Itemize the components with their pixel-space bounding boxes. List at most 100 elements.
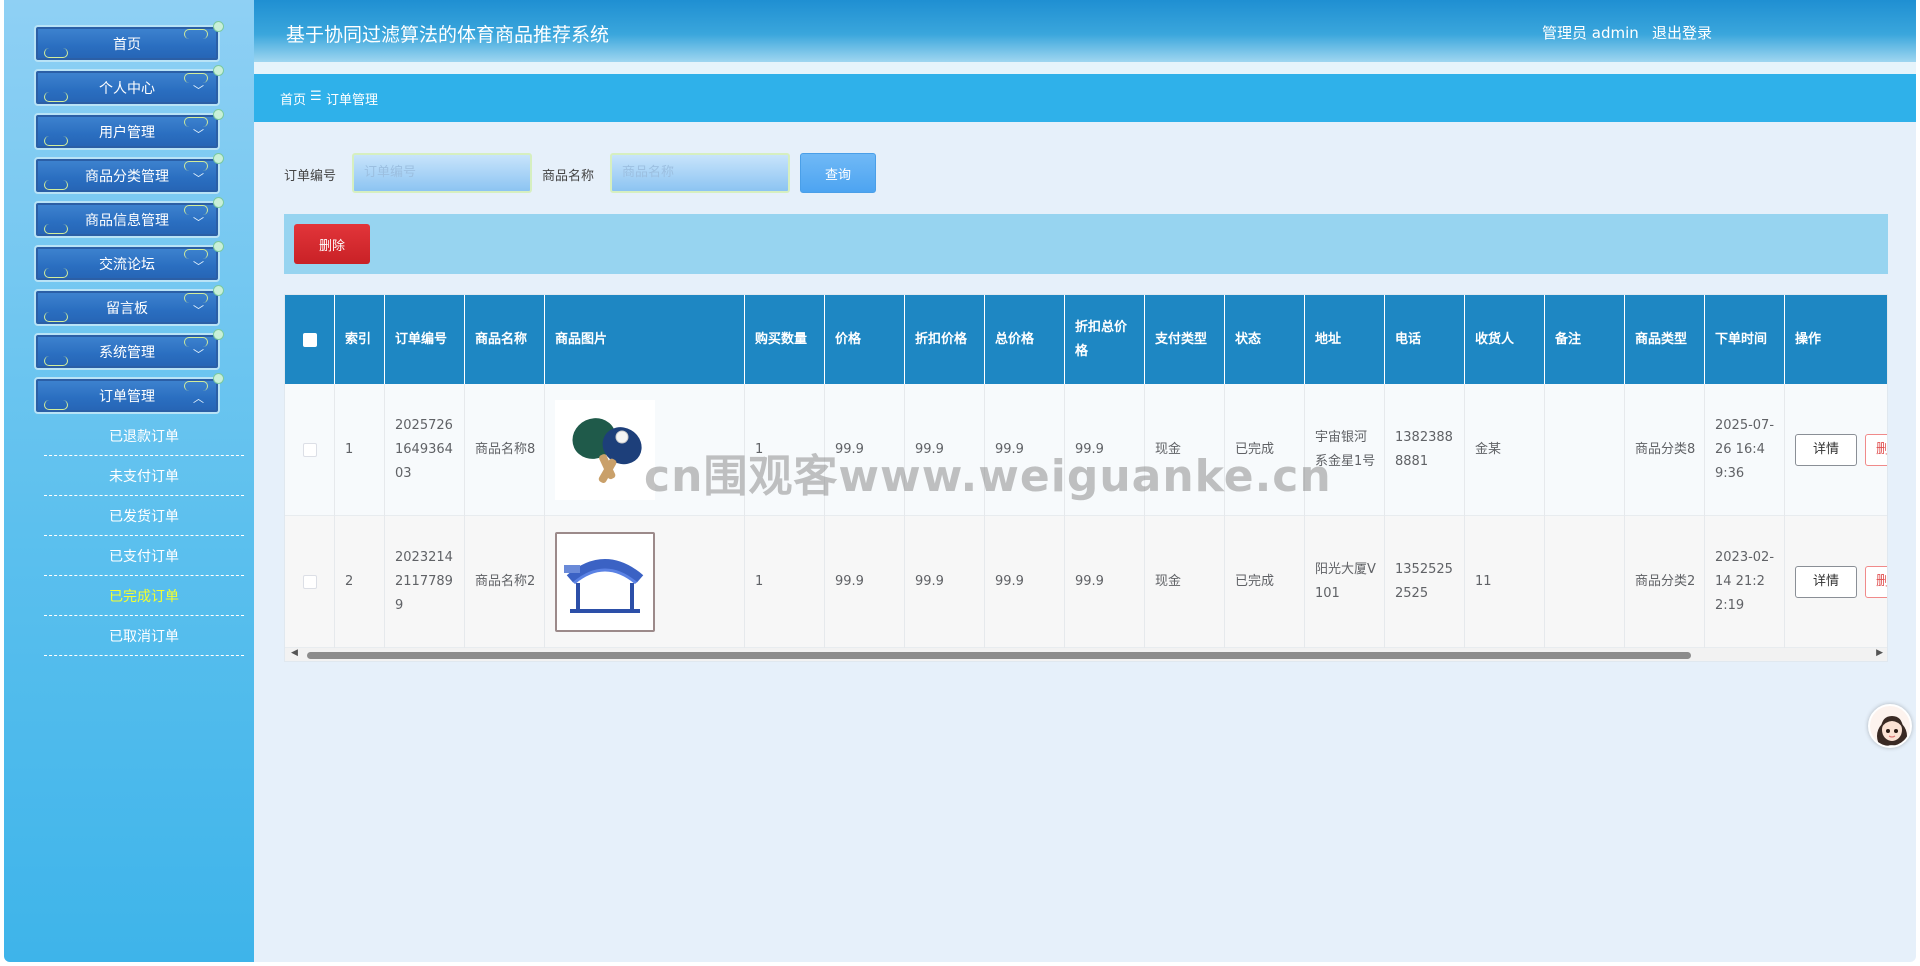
cell-text: 13823888881 <box>1395 430 1453 469</box>
assistant-avatar-icon[interactable] <box>1868 704 1912 748</box>
breadcrumb: 首页 ☰ 订单管理 <box>254 74 1916 122</box>
chevron-down-icon: ﹀ <box>193 216 204 229</box>
sidebar-menu-label: 商品分类管理 <box>85 168 169 185</box>
cell-total: 99.9 <box>985 516 1065 648</box>
order-no-input[interactable]: 订单编号 <box>352 153 532 193</box>
sidebar-submenu-item[interactable]: 已发货订单 <box>44 496 244 536</box>
cell-text: 商品名称2 <box>475 574 536 589</box>
cell-text: 已完成 <box>1235 574 1275 589</box>
ornament-dot-icon <box>213 153 224 164</box>
breadcrumb-separator-icon: ☰ <box>310 89 322 104</box>
sidebar-menu-item[interactable]: 系统管理 ﹀ <box>34 329 224 370</box>
header-gap <box>254 62 1916 74</box>
row-select-cell <box>285 384 335 516</box>
cell-text: 11 <box>1475 574 1492 589</box>
column-header-label: 价格 <box>835 331 862 347</box>
column-header-label: 状态 <box>1235 331 1262 347</box>
sidebar-submenu-item[interactable]: 已完成订单 <box>44 576 244 616</box>
sit-up-bench-image <box>564 559 644 613</box>
sidebar-submenu-item[interactable]: 已退款订单 <box>44 416 244 456</box>
chevron-down-icon: ﹀ <box>193 304 204 317</box>
column-header-label: 商品图片 <box>555 331 608 347</box>
sidebar-menu-item[interactable]: 个人中心 ﹀ <box>34 65 224 106</box>
column-header: 状态 <box>1225 295 1305 384</box>
ornament-dot-icon <box>213 241 224 252</box>
cell-text: 99.9 <box>835 574 864 589</box>
row-delete-button[interactable]: 删除 <box>1865 566 1887 598</box>
breadcrumb-home[interactable]: 首页 <box>280 89 306 108</box>
sidebar-menu-item[interactable]: 留言板 ﹀ <box>34 285 224 326</box>
column-header-label: 商品类型 <box>1635 331 1688 347</box>
cell-pay-type: 现金 <box>1145 516 1225 648</box>
cell-price: 99.9 <box>825 516 905 648</box>
column-header: 折扣价格 <box>905 295 985 384</box>
product-name-input[interactable]: 商品名称 <box>610 153 790 193</box>
scrollbar-thumb[interactable] <box>307 652 1691 659</box>
cell-status: 已完成 <box>1225 516 1305 648</box>
row-select-cell <box>285 516 335 648</box>
sidebar-menu-item[interactable]: 用户管理 ﹀ <box>34 109 224 150</box>
ornament-decoration <box>44 180 68 190</box>
cell-note <box>1545 384 1625 516</box>
ornament-decoration <box>44 268 68 278</box>
sidebar-menu-label: 个人中心 <box>99 80 155 97</box>
cell-time: 2023-02-14 21:22:19 <box>1705 516 1785 648</box>
detail-button[interactable]: 详情 <box>1795 566 1857 598</box>
ornament-decoration <box>44 48 68 58</box>
ornament-decoration <box>44 356 68 366</box>
detail-button[interactable]: 详情 <box>1795 434 1857 466</box>
batch-delete-button[interactable]: 删除 <box>294 224 370 264</box>
ornament-dot-icon <box>213 329 224 340</box>
product-image[interactable] <box>555 532 655 632</box>
sidebar-menu-item[interactable]: 首页 <box>34 21 224 62</box>
ornament-decoration <box>44 400 68 410</box>
cell-product-name: 商品名称8 <box>465 384 545 516</box>
column-header-label: 电话 <box>1395 331 1422 347</box>
sidebar-submenu-item[interactable]: 已支付订单 <box>44 536 244 576</box>
column-header: 购买数量 <box>745 295 825 384</box>
header-select-all[interactable] <box>285 295 335 384</box>
scroll-right-icon[interactable]: ▶ <box>1876 648 1883 658</box>
row-checkbox[interactable] <box>302 575 317 589</box>
sidebar-menu-item[interactable]: 订单管理 ︿ <box>34 373 224 414</box>
order-no-label: 订单编号 <box>284 169 337 184</box>
app-title: 基于协同过滤算法的体育商品推荐系统 <box>286 24 610 46</box>
sidebar-submenu-item[interactable]: 未支付订单 <box>44 456 244 496</box>
cell-receiver: 11 <box>1465 516 1545 648</box>
cell-text: 99.9 <box>915 574 944 589</box>
sidebar-menu-item[interactable]: 商品分类管理 ﹀ <box>34 153 224 194</box>
app-frame: 首页 个人中心 ﹀ 用户管理 ﹀ 商品分类管理 ﹀ 商品信息管理 ﹀ 交流论坛 ﹀ 留言板 ﹀ 系统管理 ﹀… <box>4 0 1916 962</box>
column-header: 商品图片 <box>545 295 745 384</box>
column-header: 订单编号 <box>385 295 465 384</box>
row-actions-cell: 详情删除 <box>1785 384 1887 516</box>
row-checkbox[interactable] <box>302 443 317 457</box>
watermark: cn围观客www.weiguanke.cn <box>644 451 1332 502</box>
cell-quantity: 1 <box>745 516 825 648</box>
cell-text: 阳光大厦V101 <box>1315 562 1376 601</box>
row-delete-button[interactable]: 删除 <box>1865 434 1887 466</box>
cell-text: 20232142117789 9 <box>395 550 453 613</box>
product-image[interactable] <box>555 400 655 500</box>
breadcrumb-current: 订单管理 <box>326 93 379 108</box>
query-button[interactable]: 查询 <box>800 153 876 193</box>
select-all-checkbox[interactable] <box>302 332 317 347</box>
ornament-dot-icon <box>213 285 224 296</box>
sidebar-submenu-item[interactable]: 已取消订单 <box>44 616 244 656</box>
logout-link[interactable]: 退出登录 <box>1652 22 1712 43</box>
column-header: 商品名称 <box>465 295 545 384</box>
cell-text: 1 <box>755 574 764 589</box>
column-header-label: 购买数量 <box>755 331 808 347</box>
sidebar-menu-item[interactable]: 商品信息管理 ﹀ <box>34 197 224 238</box>
cell-text: 商品分类2 <box>1635 574 1696 589</box>
sidebar-menu-item[interactable]: 交流论坛 ﹀ <box>34 241 224 282</box>
column-header-label: 支付类型 <box>1155 331 1208 347</box>
column-header-label: 操作 <box>1795 331 1822 347</box>
chevron-down-icon: ﹀ <box>193 172 204 185</box>
column-header: 操作 <box>1785 295 1885 384</box>
column-header: 折扣总价格 <box>1065 295 1145 384</box>
ornament-decoration <box>44 92 68 102</box>
horizontal-scrollbar[interactable]: ◀ ▶ <box>285 647 1887 661</box>
cell-text: 99.9 <box>995 574 1024 589</box>
column-header: 备注 <box>1545 295 1625 384</box>
scroll-left-icon[interactable]: ◀ <box>291 648 298 658</box>
